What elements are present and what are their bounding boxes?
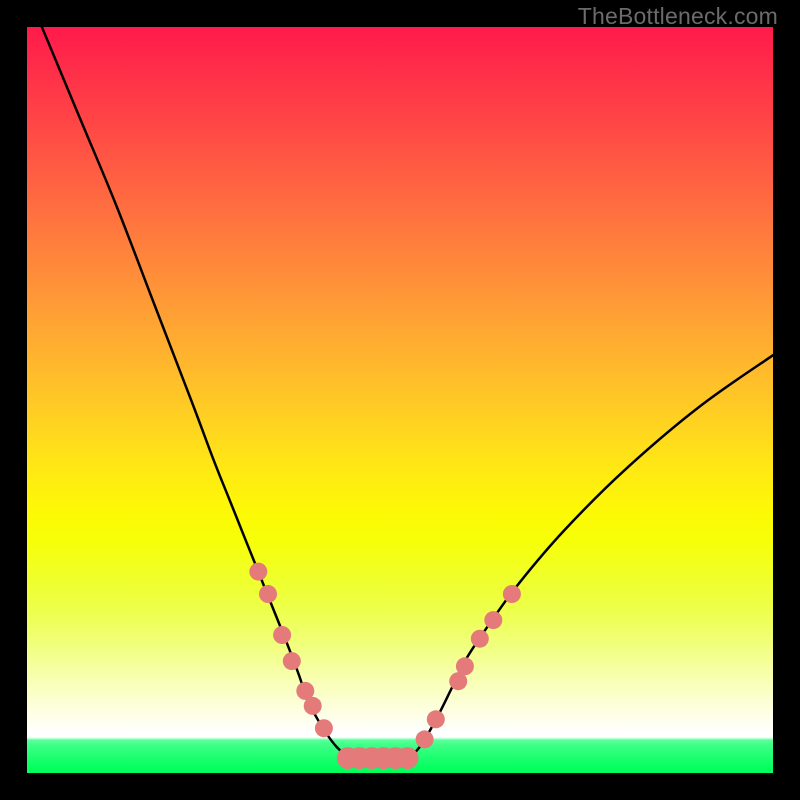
marker-dot [315, 719, 333, 737]
left-curve [42, 27, 348, 757]
marker-dot [456, 657, 474, 675]
scatter-dots [249, 563, 521, 749]
marker-dot [427, 710, 445, 728]
marker-dot [283, 652, 301, 670]
marker-dot [503, 585, 521, 603]
marker-dot [304, 697, 322, 715]
marker-dot [273, 626, 291, 644]
right-curve [411, 355, 773, 756]
marker-dot [249, 563, 267, 581]
curves [42, 27, 773, 758]
chart-svg [27, 27, 773, 773]
marker-dot [259, 585, 277, 603]
marker-dot [484, 611, 502, 629]
chart-plot-area [27, 27, 773, 773]
flat-dot [397, 747, 419, 769]
marker-dot [416, 730, 434, 748]
flat-dots [337, 747, 419, 769]
marker-dot [471, 630, 489, 648]
chart-frame: TheBottleneck.com [0, 0, 800, 800]
watermark-text: TheBottleneck.com [578, 3, 778, 30]
